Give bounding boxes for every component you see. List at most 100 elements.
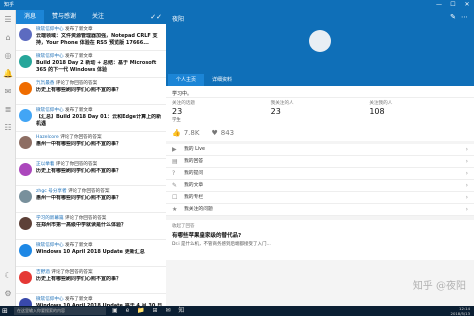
notification-item[interactable]: 微软信仰中心 发布了新文章 Windows 10 April 2018 Updat…: [16, 294, 166, 306]
avatar[interactable]: [19, 136, 32, 149]
notification-author[interactable]: Hazelcore: [36, 135, 59, 140]
avatar[interactable]: [19, 82, 32, 95]
more-icon[interactable]: ⋯: [461, 13, 468, 21]
avatar[interactable]: [19, 28, 32, 41]
profile-card: 学习中。 关注的话题 23 学生 我关注的人 23 关注我的人 108 👍 7.8…: [166, 86, 474, 141]
notification-author[interactable]: zhgc 号分享者: [36, 189, 67, 194]
notification-action: 评论了你回答的答案: [60, 135, 102, 140]
heart-icon: ♥: [211, 129, 218, 137]
notification-item[interactable]: 微软信仰中心 发布了新文章 【汇总】Build 2018 Day 01：云和Edg…: [16, 105, 166, 132]
notification-text[interactable]: 惠州一中有哪些同学们心照不宣的事？: [36, 195, 164, 202]
close-button[interactable]: ✕: [460, 0, 474, 10]
notification-meta: Hazelcore 评论了你回答的答案: [36, 132, 164, 141]
menu-item[interactable]: ▤ 我的回答 ›: [166, 156, 474, 168]
notification-author[interactable]: 微软信仰中心: [36, 27, 64, 32]
notification-action: 发布了新文章: [65, 27, 93, 32]
notification-item[interactable]: 吉野酒 评论了你回答的答案 历史上有哪些刷同学们心照不宣的事？: [16, 267, 166, 294]
chevron-right-icon: ›: [465, 194, 468, 201]
notification-item[interactable]: 氕氘最香 评论了你回答的答案 历史上有哪些刷同学们心照不宣的事？: [16, 78, 166, 105]
notification-author[interactable]: 微软信仰中心: [36, 108, 64, 113]
notification-author[interactable]: 吉野酒: [36, 270, 50, 275]
notification-author[interactable]: 正以举着: [36, 162, 54, 167]
notification-text[interactable]: 历史上有哪些刷同学们心照不宣的事？: [36, 276, 164, 283]
notification-text[interactable]: Build 2018 Day 2 新动 + 总结：基于 Microsoft 36…: [36, 60, 164, 73]
settings-icon[interactable]: ⚙: [0, 286, 16, 302]
hamburger-icon[interactable]: ☰: [0, 12, 16, 28]
avatar[interactable]: [19, 271, 32, 284]
app-window: 知乎 — ☐ ✕ ☰ ⌂ ◎ 🔔 ✉ ≣ ☷ ☾ ⚙ 消息 赞与感谢 关注 ✓✓…: [0, 0, 474, 316]
activity-excerpt: Dr.i 是什么机，不管商务感到后端都接受了入门...: [172, 242, 271, 247]
notification-text[interactable]: 历史上有哪些刷同学们心照不宣的事？: [36, 168, 164, 175]
stats-row: 关注的话题 23 学生 我关注的人 23 关注我的人 108: [166, 98, 474, 127]
message-icon[interactable]: ✉: [0, 84, 16, 100]
activity-question[interactable]: 有哪些苹果皇家级的替代品?: [172, 231, 468, 239]
avatar[interactable]: [19, 109, 32, 122]
home-icon[interactable]: ⌂: [0, 30, 16, 46]
notifications-pane: 消息 赞与感谢 关注 ✓✓ 微软信仰中心 发布了新文章 云端领域：文件资源管理器加…: [16, 10, 166, 306]
tab-details[interactable]: 详细资料: [204, 74, 240, 86]
notification-item[interactable]: Hazelcore 评论了你回答的答案 惠州一中有哪些同学们心照不宣的事？: [16, 132, 166, 159]
notification-item[interactable]: 学习的新幕篇 评论了你回答的答案 在郑州市第一高级中学就读是什么体验？: [16, 213, 166, 240]
tab-follows[interactable]: 关注: [84, 10, 112, 24]
maximize-button[interactable]: ☐: [446, 0, 460, 10]
notification-text[interactable]: 历史上有哪些刷同学们心照不宣的事？: [36, 87, 164, 94]
notification-item[interactable]: 正以举着 评论了你回答的答案 历史上有哪些刷同学们心照不宣的事？: [16, 159, 166, 186]
avatar[interactable]: [19, 190, 32, 203]
night-mode-icon[interactable]: ☾: [0, 268, 16, 284]
menu-item[interactable]: ★ 我关注的问题 ›: [166, 204, 474, 216]
notification-text[interactable]: 在郑州市第一高级中学就读是什么体验？: [36, 222, 164, 229]
notification-author[interactable]: 微软信仰中心: [36, 243, 64, 248]
notification-author[interactable]: 微软信仰中心: [36, 54, 64, 59]
menu-item[interactable]: ✎ 我的文章 ›: [166, 180, 474, 192]
notification-action: 评论了你回答的答案: [55, 81, 98, 86]
chevron-right-icon: ›: [465, 146, 468, 153]
avatar[interactable]: [19, 217, 32, 230]
avatar[interactable]: [19, 163, 32, 176]
minimize-button[interactable]: —: [432, 0, 446, 10]
grid-icon[interactable]: ☷: [0, 120, 16, 136]
notification-item[interactable]: zhgc 号分享者 评论了你回答的答案 惠州一中有哪些同学们心照不宣的事？: [16, 186, 166, 213]
notification-text[interactable]: 云端领域：文件资源管理器加强，Notepad CRLF 支持，Your Phon…: [36, 33, 164, 46]
stat-value: 23: [172, 107, 183, 116]
stat-value: 108: [369, 107, 385, 116]
stat-value: 23: [270, 107, 281, 116]
taskbar-search-input[interactable]: 在这里输入你要搜索的内容: [14, 307, 106, 315]
notification-text[interactable]: 【汇总】Build 2018 Day 01：云和Edge计算上的新机遇: [36, 114, 164, 127]
notification-item[interactable]: 微软信仰中心 发布了新文章 Windows 10 April 2018 Updat…: [16, 240, 166, 267]
windows-start-icon[interactable]: ⊞: [2, 307, 8, 315]
explore-icon[interactable]: ◎: [0, 48, 16, 64]
bell-icon[interactable]: 🔔: [0, 66, 16, 82]
notification-meta: 微软信仰中心 发布了新文章: [36, 105, 164, 114]
list-icon[interactable]: ≣: [0, 102, 16, 118]
menu-item[interactable]: ▶ 我的 Live ›: [166, 144, 474, 156]
tab-home[interactable]: 个人主页: [168, 74, 205, 86]
clock: 12:14 2018/5/13: [451, 306, 470, 316]
menu-item[interactable]: ☐ 我的专栏 ›: [166, 192, 474, 204]
taskbar: ⊞ 在这里输入你要搜索的内容 ▣ e 📁 ⊞ ✉ 知 12:14 2018/5/…: [0, 306, 474, 316]
notification-author[interactable]: 微软信仰中心: [36, 297, 64, 302]
notification-author[interactable]: 学习的新幕篇: [36, 216, 64, 221]
menu-item[interactable]: ? 我的提问 ›: [166, 168, 474, 180]
check-all-icon[interactable]: ✓✓: [150, 13, 162, 21]
notification-author[interactable]: 氕氘最香: [36, 81, 54, 86]
taskbar-apps[interactable]: ▣ e 📁 ⊞ ✉ 知: [112, 306, 187, 316]
notification-item[interactable]: 微软信仰中心 发布了新文章 云端领域：文件资源管理器加强，Notepad CRLF…: [16, 24, 166, 51]
avatar[interactable]: [19, 244, 32, 257]
notification-tabs: 消息 赞与感谢 关注 ✓✓: [16, 10, 166, 24]
avatar[interactable]: [309, 30, 331, 52]
stat-topics[interactable]: 关注的话题 23 学生: [172, 100, 271, 123]
thanks-count: ♥ 843: [211, 129, 235, 137]
stat-following[interactable]: 我关注的人 23: [271, 100, 370, 123]
avatar[interactable]: [19, 55, 32, 68]
stat-label: 我关注的人: [270, 101, 294, 106]
notification-text[interactable]: Windows 10 April 2018 Update 更新汇总: [36, 249, 164, 256]
stat-followers[interactable]: 关注我的人 108: [369, 100, 468, 123]
activity-card[interactable]: 收起了回答 有哪些苹果皇家级的替代品? Dr.i 是什么机，不管商务感到后端都接…: [166, 220, 474, 260]
notification-item[interactable]: 微软信仰中心 发布了新文章 Build 2018 Day 2 新动 + 总结：基于…: [16, 51, 166, 78]
notification-text[interactable]: 惠州一中有哪些同学们心照不宣的事？: [36, 141, 164, 148]
tab-likes-thanks[interactable]: 赞与感谢: [44, 10, 84, 24]
avatar[interactable]: [19, 298, 32, 306]
chevron-right-icon: ›: [465, 170, 468, 177]
tab-messages[interactable]: 消息: [16, 10, 45, 24]
pencil-icon[interactable]: ✎: [450, 13, 456, 21]
